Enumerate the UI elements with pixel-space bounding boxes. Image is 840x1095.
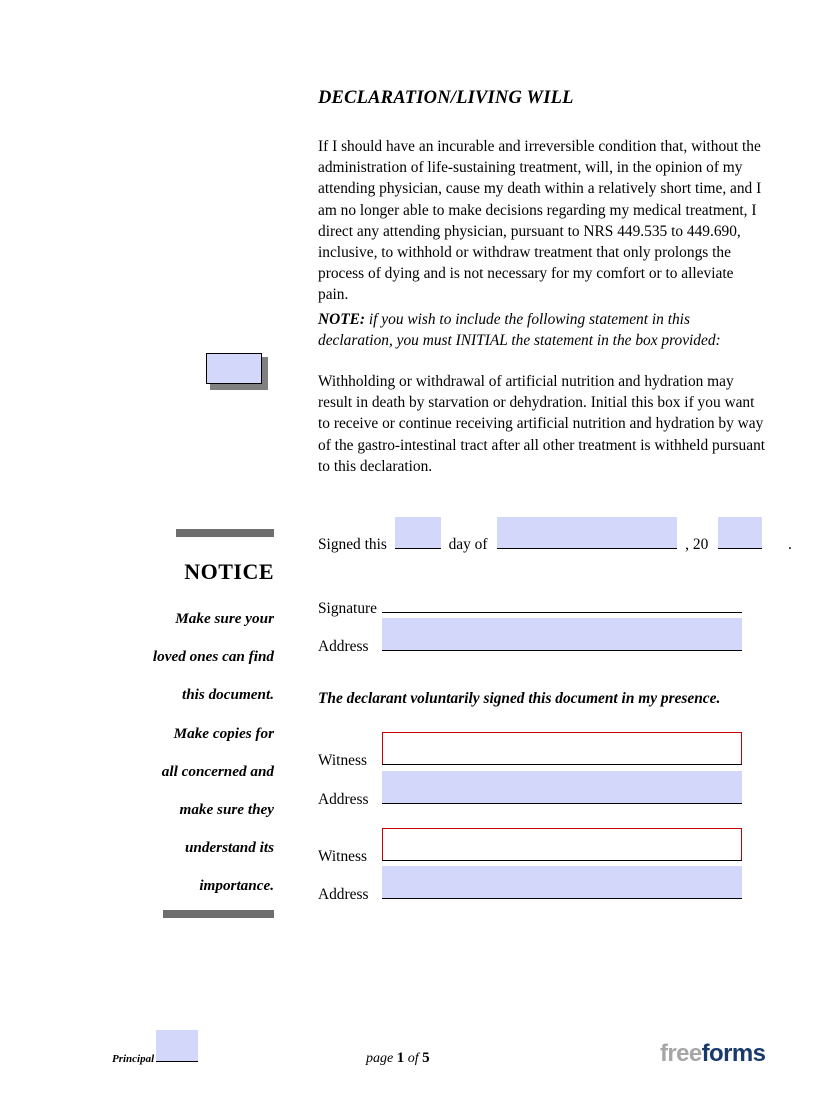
witness-input-1[interactable]	[381, 732, 742, 765]
witness-label-1: Witness	[318, 752, 367, 769]
notice-line: importance.	[199, 877, 274, 895]
signed-year-input[interactable]	[718, 517, 763, 549]
principal-label: Principal	[112, 1053, 155, 1065]
signed-month-input[interactable]	[497, 517, 678, 549]
address-label: Address	[318, 638, 369, 655]
notice-divider-bottom	[163, 910, 274, 918]
logo-free-text: free	[660, 1040, 702, 1067]
signed-date-row: Signed this day of , 20 .	[318, 517, 792, 555]
signature-label: Signature	[318, 600, 377, 617]
page-current-number: 1	[396, 1050, 405, 1066]
witness-required-box-1	[381, 732, 742, 764]
initial-box-input[interactable]	[206, 353, 262, 384]
notice-line: Make copies for	[173, 724, 274, 742]
address-input-witness-1[interactable]	[381, 771, 742, 804]
note-text: if you wish to include the following sta…	[318, 311, 721, 350]
address-row-declarant: Address	[318, 618, 742, 656]
page-total-number: 5	[422, 1050, 430, 1066]
signed-middle-label: day of	[448, 536, 488, 553]
signed-prefix-label: Signed this	[318, 536, 387, 553]
note-paragraph: NOTE: if you wish to include the followi…	[318, 309, 748, 351]
address-fill	[381, 618, 742, 650]
declarant-statement: The declarant voluntarily signed this do…	[318, 690, 721, 707]
address-input-declarant[interactable]	[381, 618, 742, 651]
freeforms-logo: freeforms	[660, 1040, 766, 1068]
signed-month-fill	[497, 517, 678, 548]
page-word-label: page	[366, 1051, 394, 1066]
document-page: DECLARATION/LIVING WILL If I should have…	[0, 0, 840, 1095]
witness-required-box-2	[381, 828, 742, 860]
principal-fill	[156, 1030, 199, 1061]
address-input-witness-2[interactable]	[381, 866, 742, 899]
notice-text-block: Make sure your loved ones can find this …	[64, 600, 274, 906]
witness-row-2: Witness	[318, 828, 742, 866]
notice-line: this document.	[182, 686, 274, 704]
body-paragraph: If I should have an incurable and irreve…	[318, 138, 762, 304]
signed-day-fill	[394, 517, 441, 548]
page-title: DECLARATION/LIVING WILL	[318, 88, 574, 108]
address-row-witness-1: Address	[318, 771, 742, 809]
signature-row: Signature	[318, 595, 742, 618]
notice-line: make sure they	[179, 801, 275, 819]
notice-line: all concerned and	[161, 762, 274, 780]
notice-line: Make sure your	[175, 610, 274, 627]
notice-divider-top	[176, 529, 274, 537]
principal-input[interactable]	[156, 1030, 199, 1062]
page-number: page 1 of 5	[366, 1050, 430, 1067]
initial-box-container[interactable]	[206, 353, 268, 390]
page-of-label: of	[407, 1051, 419, 1066]
notice-line: loved ones can find	[152, 648, 274, 666]
note-label: NOTE:	[318, 311, 366, 328]
address-fill	[381, 771, 742, 803]
signature-input[interactable]	[381, 595, 742, 613]
witness-row-1: Witness	[318, 732, 742, 770]
signed-year-fill	[718, 517, 763, 548]
notice-line: understand its	[184, 839, 274, 857]
signed-suffix-label: .	[787, 536, 792, 553]
principal-footer-field: Principal	[112, 1030, 199, 1065]
logo-forms-text: forms	[701, 1040, 766, 1067]
witness-input-2[interactable]	[381, 828, 742, 861]
witness-label-2: Witness	[318, 848, 367, 865]
signed-day-input[interactable]	[394, 517, 441, 549]
address-label-witness-1: Address	[318, 791, 369, 808]
address-label-witness-2: Address	[318, 886, 369, 903]
withholding-paragraph: Withholding or withdrawal of artificial …	[318, 373, 766, 475]
address-row-witness-2: Address	[318, 866, 742, 904]
notice-heading: NOTICE	[184, 559, 274, 584]
signed-year-prefix-label: , 20	[685, 536, 709, 553]
address-fill	[381, 866, 742, 898]
